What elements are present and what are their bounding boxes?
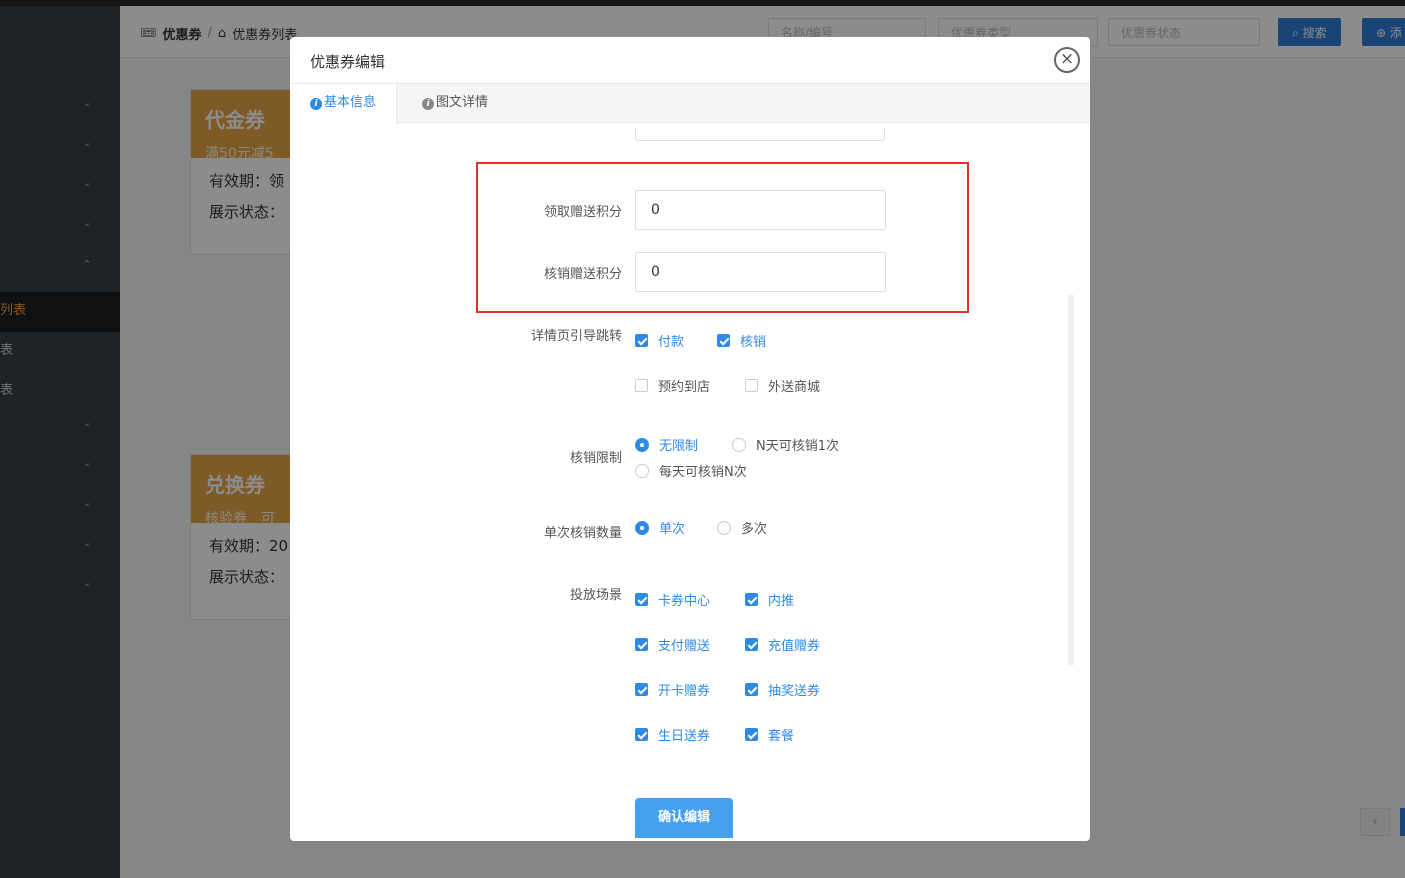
checkbox-icon (745, 379, 758, 392)
checkbox-icon (635, 638, 648, 651)
info-icon: i (310, 98, 322, 110)
checkbox-label: 抽奖送券 (768, 684, 821, 699)
receive-points-input[interactable] (635, 190, 886, 230)
verify-quantity-label: 单次核销数量 (543, 526, 622, 541)
checkbox-label: 生日送券 (658, 729, 711, 744)
checkbox-lottery-gift[interactable]: 抽奖送券 (745, 680, 820, 699)
tab-basic-info[interactable]: i 基本信息 (290, 84, 398, 124)
radio-label: 多次 (741, 522, 768, 537)
checkbox-label: 付款 (658, 335, 685, 350)
radio-icon (635, 437, 649, 452)
confirm-edit-button[interactable]: 确认编辑 (635, 798, 733, 838)
tab-rich-details[interactable]: i 图文详情 (402, 84, 508, 124)
checkbox-referral[interactable]: 内推 (745, 590, 794, 609)
checkbox-reserve-store[interactable]: 预约到店 (635, 376, 710, 395)
radio-icon (732, 437, 746, 452)
verify-points-label: 核销赠送积分 (543, 267, 622, 282)
checkbox-package[interactable]: 套餐 (745, 725, 794, 744)
checkbox-birthday-gift[interactable]: 生日送券 (635, 725, 710, 744)
checkbox-icon (635, 683, 648, 696)
checkbox-label: 套餐 (768, 729, 795, 744)
checkbox-icon (745, 638, 758, 651)
checkbox-label: 开卡赠券 (658, 684, 711, 699)
detail-jump-label: 详情页引导跳转 (530, 329, 622, 344)
radio-label: N天可核销1次 (756, 439, 839, 454)
checkbox-label: 预约到店 (658, 380, 711, 395)
checkbox-icon (745, 683, 758, 696)
radio-n-days-once[interactable]: N天可核销1次 (732, 435, 839, 454)
verify-points-input[interactable] (635, 252, 886, 292)
checkbox-payment-gift[interactable]: 支付赠送 (635, 635, 710, 654)
checkbox-recharge-gift[interactable]: 充值赠券 (745, 635, 820, 654)
radio-icon (635, 463, 649, 478)
checkbox-payment[interactable]: 付款 (635, 331, 684, 350)
tab-label: 图文详情 (436, 95, 489, 110)
radio-label: 每天可核销N次 (659, 465, 747, 480)
checkbox-open-card-gift[interactable]: 开卡赠券 (635, 680, 710, 699)
radio-icon (635, 520, 649, 535)
modal-tabs: i 基本信息 i 图文详情 (290, 83, 1090, 124)
checkbox-label: 外送商城 (768, 380, 821, 395)
radio-daily-n-times[interactable]: 每天可核销N次 (635, 461, 747, 480)
radio-single[interactable]: 单次 (635, 518, 685, 537)
coupon-edit-modal: 优惠券编辑 × i基本信息 i图文详情 领取赠送积分 核销赠送积分 详情页引导跳… (290, 37, 1090, 841)
verify-limit-label: 核销限制 (569, 451, 622, 466)
checkbox-icon (745, 593, 758, 606)
checkbox-icon (635, 334, 648, 347)
radio-multiple[interactable]: 多次 (717, 518, 767, 537)
checkbox-card-center[interactable]: 卡券中心 (635, 590, 710, 609)
tab-label: 基本信息 (324, 95, 377, 110)
checkbox-verify[interactable]: 核销 (717, 331, 766, 350)
radio-label: 单次 (659, 522, 686, 537)
radio-icon (717, 520, 731, 535)
checkbox-icon (717, 334, 730, 347)
checkbox-label: 核销 (740, 335, 767, 350)
radio-unlimited[interactable]: 无限制 (635, 435, 698, 454)
checkbox-label: 内推 (768, 594, 795, 609)
checkbox-icon (745, 728, 758, 741)
checkbox-icon (635, 593, 648, 606)
checkbox-icon (635, 379, 648, 392)
modal-title: 优惠券编辑 (310, 53, 386, 71)
scenes-label: 投放场景 (569, 588, 622, 603)
checkbox-delivery-mall[interactable]: 外送商城 (745, 376, 820, 395)
checkbox-label: 充值赠券 (768, 639, 821, 654)
checkbox-label: 支付赠送 (658, 639, 711, 654)
radio-label: 无限制 (659, 439, 699, 454)
checkbox-label: 卡券中心 (658, 594, 711, 609)
modal-scrollbar[interactable] (1068, 295, 1074, 665)
checkbox-icon (635, 728, 648, 741)
receive-points-label: 领取赠送积分 (543, 205, 622, 220)
info-icon: i (422, 98, 434, 110)
previous-field-input[interactable] (635, 129, 885, 141)
close-icon[interactable]: × (1054, 47, 1080, 73)
